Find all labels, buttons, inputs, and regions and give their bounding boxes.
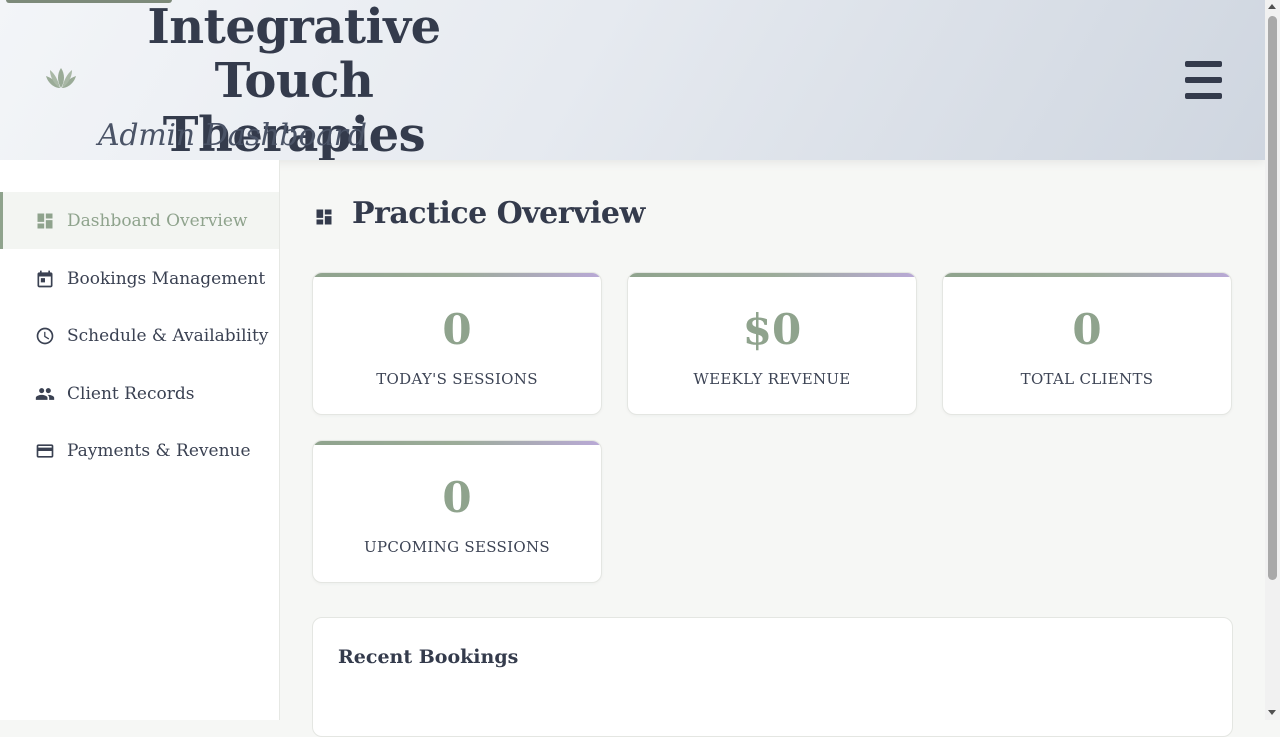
card-accent-bar	[943, 273, 1231, 277]
recent-bookings-panel: Recent Bookings	[312, 617, 1233, 737]
stat-label: TODAY'S SESSIONS	[376, 370, 538, 388]
stat-label: WEEKLY REVENUE	[693, 370, 851, 388]
sidebar-item-label: Bookings Management	[67, 268, 266, 289]
scrollbar-thumb[interactable]	[1268, 16, 1277, 580]
vertical-scrollbar[interactable]	[1265, 0, 1280, 720]
clock-icon	[36, 327, 54, 344]
stat-card-total-clients: 0 TOTAL CLIENTS	[942, 272, 1232, 415]
sidebar-item-label: Schedule & Availability	[67, 325, 269, 346]
card-accent-bar	[313, 441, 601, 445]
sidebar-item-client-records[interactable]: Client Records	[0, 365, 279, 422]
sidebar-nav: Dashboard Overview Bookings Management S…	[0, 160, 280, 720]
sidebar-item-label: Client Records	[67, 383, 195, 404]
stat-value: 0	[442, 305, 472, 354]
page-title: Practice Overview	[352, 196, 645, 231]
sidebar-item-label: Payments & Revenue	[67, 440, 251, 461]
stat-label: TOTAL CLIENTS	[1020, 370, 1154, 388]
scroll-up-arrow-icon[interactable]	[1268, 4, 1276, 9]
sidebar-item-dashboard-overview[interactable]: Dashboard Overview	[0, 192, 279, 249]
credit-card-icon	[36, 443, 54, 458]
recent-bookings-title: Recent Bookings	[338, 646, 519, 668]
brand-subtitle: Admin Dashboard	[98, 118, 367, 153]
card-accent-bar	[628, 273, 916, 277]
dashboard-icon	[316, 209, 332, 225]
card-accent-bar	[313, 273, 601, 277]
stat-value: $0	[742, 305, 802, 354]
sidebar-item-label: Dashboard Overview	[67, 210, 248, 231]
dashboard-icon	[37, 213, 53, 228]
stat-value: 0	[1072, 305, 1102, 354]
sidebar-item-payments-revenue[interactable]: Payments & Revenue	[0, 422, 279, 479]
stat-card-weekly-revenue: $0 WEEKLY REVENUE	[627, 272, 917, 415]
app-header: Integrative Touch Therapies Admin Dashbo…	[0, 0, 1265, 160]
stat-card-upcoming-sessions: 0 UPCOMING SESSIONS	[312, 440, 602, 583]
scroll-down-arrow-icon[interactable]	[1268, 710, 1276, 715]
stat-card-todays-sessions: 0 TODAY'S SESSIONS	[312, 272, 602, 415]
sidebar-item-bookings-management[interactable]: Bookings Management	[0, 250, 279, 307]
lotus-icon	[46, 68, 76, 88]
people-icon	[35, 387, 55, 400]
hamburger-menu-icon[interactable]	[1185, 61, 1222, 99]
stat-label: UPCOMING SESSIONS	[364, 538, 550, 556]
calendar-icon	[37, 270, 53, 287]
stat-value: 0	[442, 473, 472, 522]
sidebar-item-schedule-availability[interactable]: Schedule & Availability	[0, 307, 279, 364]
